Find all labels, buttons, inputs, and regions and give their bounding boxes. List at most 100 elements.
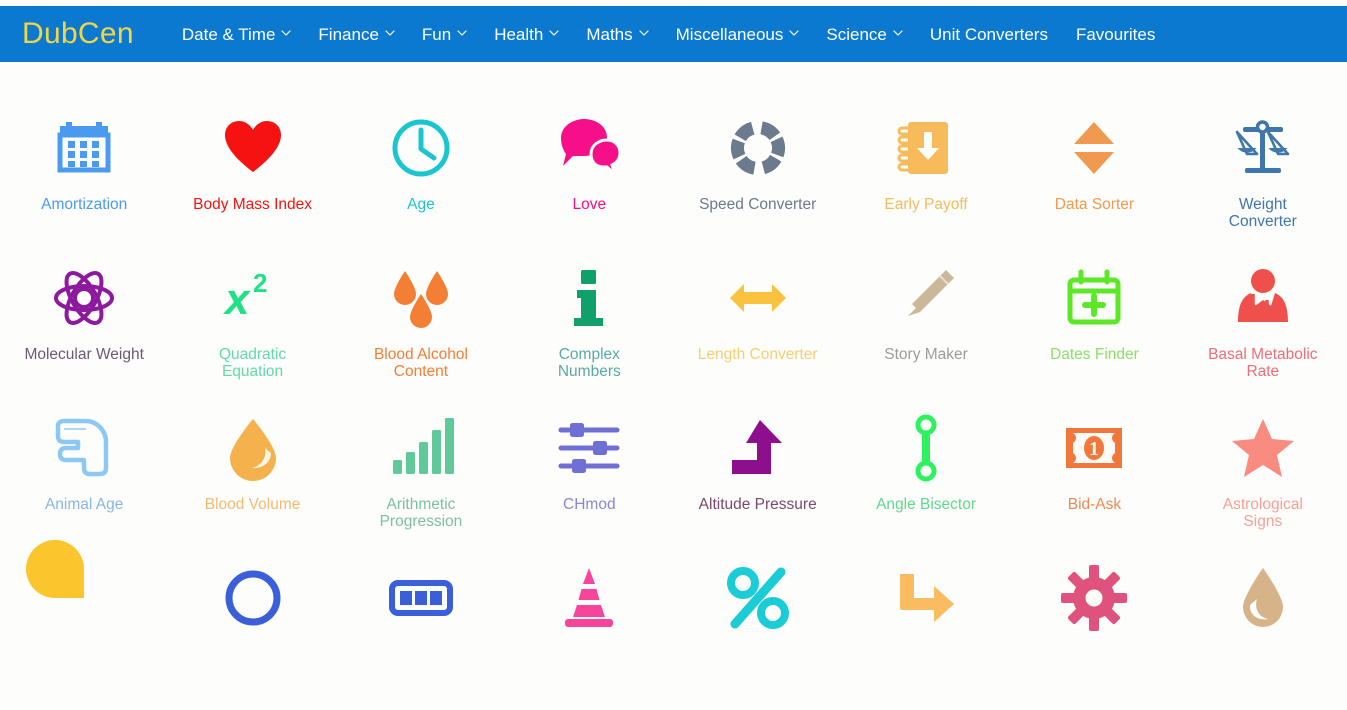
tool-label: Blood Volume <box>204 496 301 513</box>
tool-tile-dates-finder[interactable]: Dates Finder <box>1010 260 1178 410</box>
tool-tile-pie-chart[interactable] <box>0 540 168 710</box>
tool-label: Speed Converter <box>699 196 817 213</box>
nav-item-favourites[interactable]: Favourites <box>1062 20 1169 49</box>
tool-tile-basal-metabolic-rate[interactable]: Basal Metabolic Rate <box>1179 260 1347 410</box>
battery-icon <box>376 560 466 636</box>
nav-item-maths[interactable]: Maths <box>572 20 661 49</box>
tool-tile-gear[interactable] <box>1010 560 1178 710</box>
tool-tile-love[interactable]: Love <box>505 110 673 260</box>
tool-tile-molecular-weight[interactable]: Molecular Weight <box>0 260 168 410</box>
app-root: DubCen Date & Time Finance Fun Health Maths M… <box>0 0 1347 672</box>
tool-label: Love <box>572 196 607 213</box>
chevron-down-icon <box>281 28 292 37</box>
nav-item-label: Unit Converters <box>929 24 1048 44</box>
tool-tile-story-maker[interactable]: Story Maker <box>842 260 1010 410</box>
calendar-icon <box>39 110 129 186</box>
tool-tile-circle-ring[interactable] <box>168 560 336 710</box>
nav-item-fun[interactable]: Fun <box>408 20 480 49</box>
paw-outline-icon <box>39 410 129 486</box>
percent-icon <box>713 560 803 636</box>
brand-logo[interactable]: DubCen <box>22 19 134 49</box>
tool-tile-speed-converter[interactable]: Speed Converter <box>674 110 842 260</box>
tool-tile-length-converter[interactable]: Length Converter <box>674 260 842 410</box>
gear-icon <box>1049 560 1139 636</box>
clock-icon <box>376 110 466 186</box>
tool-label: Arithmetic Progression <box>379 496 463 531</box>
calendar-plus-icon <box>1049 260 1139 336</box>
nav-item-health[interactable]: Health <box>480 20 572 49</box>
sliders-icon <box>544 410 634 486</box>
balance-scale-icon <box>1218 110 1308 186</box>
blood-drops-icon <box>376 260 466 336</box>
nav-item-label: Miscellaneous <box>675 24 784 44</box>
heart-icon <box>208 110 298 186</box>
pie-chart-icon <box>26 540 129 636</box>
chevron-down-icon <box>549 28 559 37</box>
nav-item-finance[interactable]: Finance <box>304 20 407 49</box>
tool-tile-angle-bisector[interactable]: Angle Bisector <box>842 410 1010 560</box>
tool-label: Molecular Weight <box>24 346 144 363</box>
tool-tile-traffic-cone[interactable] <box>505 560 673 710</box>
tool-label: Dates Finder <box>1050 346 1139 363</box>
chevron-down-icon <box>789 28 799 37</box>
tool-label: Age <box>407 196 435 213</box>
pencil-icon <box>881 260 971 336</box>
nav-item-label: Maths <box>586 24 633 44</box>
tool-tile-percent[interactable] <box>674 560 842 710</box>
notebook-icon <box>881 110 971 186</box>
tool-tile-data-sorter[interactable]: Data Sorter <box>1010 110 1178 260</box>
tool-tile-astrological-signs[interactable]: Astrological Signs <box>1179 410 1347 560</box>
tool-label: Story Maker <box>884 346 968 363</box>
star-icon <box>1218 410 1308 486</box>
tool-label: Angle Bisector <box>876 496 977 513</box>
tool-tile-chmod[interactable]: CHmod <box>505 410 673 560</box>
tool-tile-drop-tan[interactable] <box>1179 560 1347 710</box>
tool-label: Early Payoff <box>884 196 968 213</box>
nav-item-science[interactable]: Science <box>812 20 915 49</box>
tool-tile-amortization[interactable]: Amortization <box>0 110 168 260</box>
tool-label: Body Mass Index <box>193 196 313 213</box>
nav-item-label: Finance <box>318 24 379 44</box>
tool-label: Weight Converter <box>1228 196 1297 231</box>
tool-label: Quadratic Equation <box>218 346 287 381</box>
tool-tile-animal-age[interactable]: Animal Age <box>0 410 168 560</box>
tool-label: Animal Age <box>44 496 124 513</box>
tool-tile-quadratic-equation[interactable]: x 2 Quadratic Equation <box>168 260 336 410</box>
tool-tile-altitude-pressure[interactable]: Altitude Pressure <box>674 410 842 560</box>
tool-tile-weight-converter[interactable]: Weight Converter <box>1179 110 1347 260</box>
tool-tile-complex-numbers[interactable]: Complex Numbers <box>505 260 673 410</box>
banknote-icon: 1 <box>1049 410 1139 486</box>
tool-tile-arrow-turn[interactable] <box>842 560 1010 710</box>
nav-item-label: Date & Time <box>181 24 276 44</box>
main-menu: Date & Time Finance Fun Health Maths Miscella… <box>168 20 1169 49</box>
nav-item-label: Health <box>494 24 544 44</box>
traffic-cone-icon <box>544 560 634 636</box>
doctor-icon <box>1218 260 1308 336</box>
tool-tile-early-payoff[interactable]: Early Payoff <box>842 110 1010 260</box>
tool-label: Amortization <box>41 196 128 213</box>
circle-ring-icon <box>208 560 298 636</box>
nav-item-label: Fun <box>421 24 452 44</box>
tool-label: Bid-Ask <box>1067 496 1122 513</box>
tool-tile-age[interactable]: Age <box>337 110 505 260</box>
tool-tile-body-mass-index[interactable]: Body Mass Index <box>168 110 336 260</box>
tool-tile-arithmetic-progression[interactable]: Arithmetic Progression <box>337 410 505 560</box>
tool-label: Length Converter <box>697 346 818 363</box>
tool-label: CHmod <box>563 496 616 513</box>
tool-grid: Amortization Body Mass Index Age Love Speed … <box>0 62 1347 672</box>
tool-label: Complex Numbers <box>557 346 621 381</box>
speech-bubbles-icon <box>544 110 634 186</box>
nav-item-unit-converters[interactable]: Unit Converters <box>916 20 1062 49</box>
chevron-down-icon <box>639 28 649 37</box>
svg-text:x: x <box>223 275 251 324</box>
nav-item-date-time[interactable]: Date & Time <box>168 20 305 49</box>
tool-tile-blood-volume[interactable]: Blood Volume <box>168 410 336 560</box>
nav-item-miscellaneous[interactable]: Miscellaneous <box>662 20 813 49</box>
tool-label: Altitude Pressure <box>698 496 817 513</box>
tool-tile-blood-alcohol-content[interactable]: Blood Alcohol Content <box>337 260 505 410</box>
tool-tile-battery[interactable] <box>337 560 505 710</box>
tool-tile-bid-ask[interactable]: 1 Bid-Ask <box>1010 410 1178 560</box>
tool-label: Data Sorter <box>1054 196 1135 213</box>
tool-label: Basal Metabolic Rate <box>1208 346 1318 381</box>
up-arrow-icon <box>713 410 803 486</box>
